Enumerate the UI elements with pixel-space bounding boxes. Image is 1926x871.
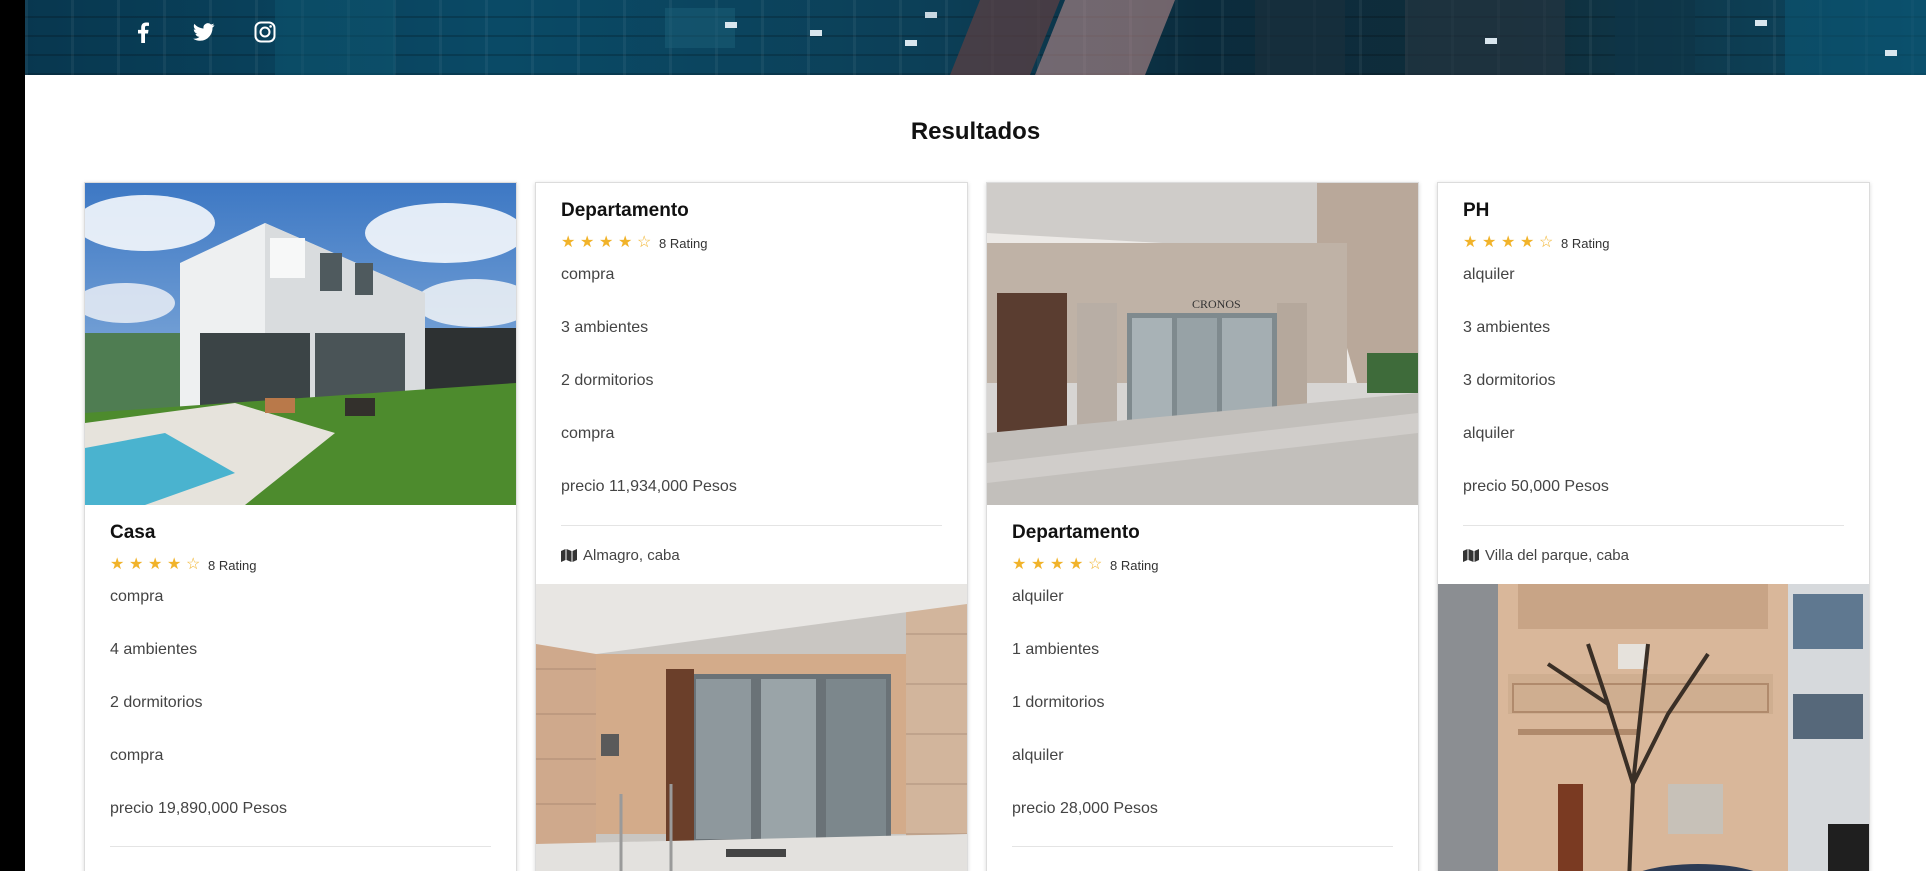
city-aerial-image [275, 0, 1926, 75]
location: Almagro, caba [561, 547, 680, 564]
building-photo: CRONOS [987, 183, 1418, 505]
house-photo [85, 183, 516, 505]
star-full-icon: ★ [1031, 556, 1046, 573]
star-empty-icon: ☆ [186, 556, 201, 573]
card-title[interactable]: Casa [110, 522, 155, 544]
map-icon [1463, 549, 1479, 562]
lobby-photo [536, 584, 967, 871]
operation-type: alquiler [1012, 588, 1064, 605]
star-full-icon: ★ [599, 234, 614, 251]
star-empty-icon: ☆ [1088, 556, 1103, 573]
card-details: alquiler 3 ambientes 3 dormitorios alqui… [1463, 265, 1609, 530]
divider [561, 525, 942, 526]
price: precio 28,000 Pesos [1012, 800, 1158, 817]
price: precio 19,890,000 Pesos [110, 800, 288, 817]
header-banner [25, 0, 1926, 75]
operation-type-2: alquiler [1012, 747, 1064, 764]
rooms: 4 ambientes [110, 641, 198, 658]
star-full-icon: ★ [148, 556, 163, 573]
property-card[interactable]: Departamento ★ ★ ★ ★ ☆ 8 Rating compra 3… [535, 182, 968, 871]
location-text: Almagro, caba [583, 547, 680, 564]
star-full-icon: ★ [129, 556, 144, 573]
bedrooms: 2 dormitorios [110, 694, 203, 711]
divider [110, 846, 491, 847]
operation-type-2: alquiler [1463, 425, 1515, 442]
bedrooms: 1 dormitorios [1012, 694, 1105, 711]
operation-type: compra [561, 266, 615, 283]
price: precio 50,000 Pesos [1463, 478, 1609, 495]
divider [1012, 846, 1393, 847]
card-title[interactable]: PH [1463, 200, 1489, 222]
twitter-icon[interactable] [186, 16, 222, 48]
rating: ★ ★ ★ ★ ☆ 8 Rating [110, 557, 256, 573]
divider [1463, 525, 1844, 526]
rooms: 3 ambientes [561, 319, 649, 336]
bedrooms: 2 dormitorios [561, 372, 654, 389]
rating-text: 8 Rating [208, 557, 257, 573]
card-details: compra 4 ambientes 2 dormitorios compra … [110, 587, 287, 852]
facebook-icon[interactable] [125, 16, 161, 48]
operation-type-2: compra [561, 425, 615, 442]
card-details: compra 3 ambientes 2 dormitorios compra … [561, 265, 737, 530]
star-full-icon: ★ [1482, 234, 1497, 251]
property-card[interactable]: CRONOS Departamento ★ ★ ★ ★ ☆ 8 Rating a… [986, 182, 1419, 871]
rating-text: 8 Rating [1110, 557, 1159, 573]
location: Villa del parque, caba [1463, 547, 1629, 564]
rating-text: 8 Rating [659, 235, 708, 251]
star-empty-icon: ☆ [637, 234, 652, 251]
card-body: PH ★ ★ ★ ★ ☆ 8 Rating alquiler 3 ambient… [1438, 183, 1869, 583]
star-full-icon: ★ [618, 234, 633, 251]
rating: ★ ★ ★ ★ ☆ 8 Rating [1463, 235, 1609, 251]
star-full-icon: ★ [110, 556, 125, 573]
star-full-icon: ★ [1520, 234, 1535, 251]
card-details: alquiler 1 ambientes 1 dormitorios alqui… [1012, 587, 1158, 852]
card-title[interactable]: Departamento [561, 200, 689, 222]
star-full-icon: ★ [580, 234, 595, 251]
card-title[interactable]: Departamento [1012, 522, 1140, 544]
section-title: Resultados [910, 118, 1041, 145]
property-card[interactable]: Casa ★ ★ ★ ★ ☆ 8 Rating compra 4 ambient… [84, 182, 517, 871]
property-card[interactable]: PH ★ ★ ★ ★ ☆ 8 Rating alquiler 3 ambient… [1437, 182, 1870, 871]
svg-text:CRONOS: CRONOS [1192, 297, 1241, 311]
rating-text: 8 Rating [1561, 235, 1610, 251]
star-full-icon: ★ [1501, 234, 1516, 251]
price: precio 11,934,000 Pesos [561, 478, 737, 495]
rooms: 1 ambientes [1012, 641, 1100, 658]
social-links [125, 16, 283, 48]
bedrooms: 3 dormitorios [1463, 372, 1556, 389]
operation-type-2: compra [110, 747, 164, 764]
rating: ★ ★ ★ ★ ☆ 8 Rating [1012, 557, 1158, 573]
star-empty-icon: ☆ [1539, 234, 1554, 251]
instagram-icon[interactable] [247, 16, 283, 48]
operation-type: alquiler [1463, 266, 1515, 283]
map-icon [561, 549, 577, 562]
rating: ★ ★ ★ ★ ☆ 8 Rating [561, 235, 707, 251]
rooms: 3 ambientes [1463, 319, 1551, 336]
star-full-icon: ★ [1012, 556, 1027, 573]
facade-photo [1438, 584, 1869, 871]
operation-type: compra [110, 588, 164, 605]
card-body: Departamento ★ ★ ★ ★ ☆ 8 Rating compra 3… [536, 183, 967, 583]
star-full-icon: ★ [1069, 556, 1084, 573]
page: Resultados Casa ★ ★ ★ ★ ☆ 8 Rating compr… [25, 0, 1926, 871]
star-full-icon: ★ [167, 556, 182, 573]
star-full-icon: ★ [1463, 234, 1478, 251]
star-full-icon: ★ [1050, 556, 1065, 573]
star-full-icon: ★ [561, 234, 576, 251]
location-text: Villa del parque, caba [1485, 547, 1629, 564]
